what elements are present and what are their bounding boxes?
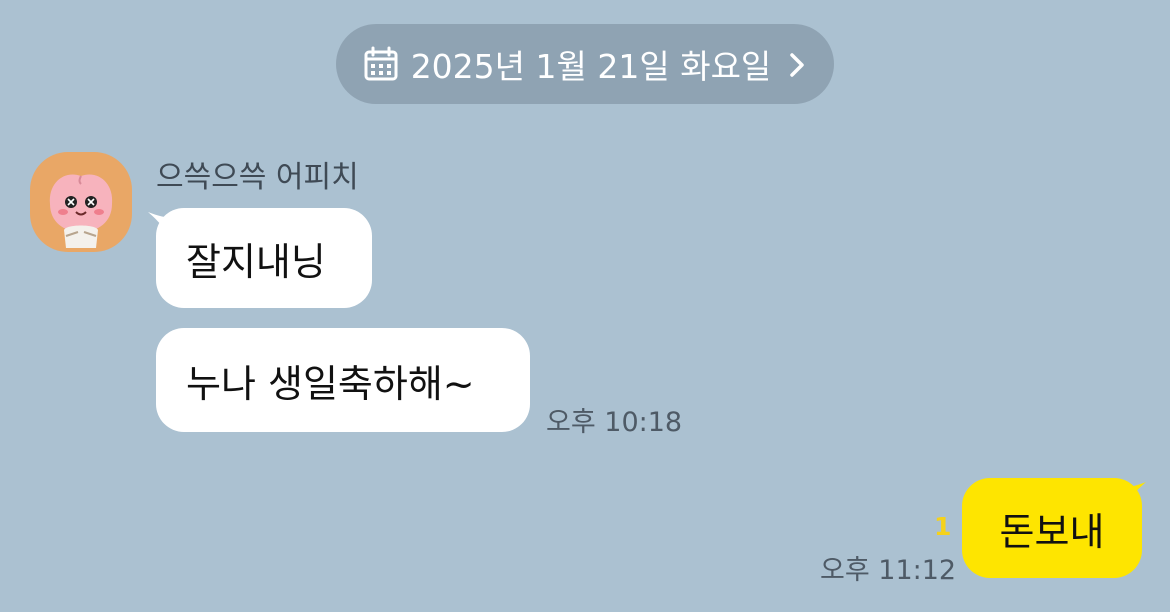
unread-count: 1 [934, 512, 952, 541]
date-label: 2025년 1월 21일 화요일 [410, 47, 772, 86]
message-text: 잘지내닝 [186, 239, 326, 284]
date-divider[interactable]: 2025년 1월 21일 화요일 [336, 24, 834, 104]
apeach-avatar-icon [49, 174, 113, 248]
received-message-2[interactable]: 누나 생일축하해~ [156, 328, 530, 432]
sender-name[interactable]: 으쓱으쓱 어피치 [156, 152, 359, 196]
received-message-1[interactable]: 잘지내닝 [156, 208, 372, 308]
bubble-tail [1118, 482, 1146, 510]
message-time: 오후 11:12 [820, 555, 957, 586]
avatar[interactable] [30, 152, 132, 252]
message-time: 오후 10:18 [546, 407, 683, 438]
message-text: 누나 생일축하해~ [186, 361, 475, 406]
message-text: 돈보내 [999, 509, 1105, 554]
calendar-icon [363, 46, 399, 82]
sent-message-1[interactable]: 돈보내 [962, 478, 1142, 578]
chevron-right-icon [787, 49, 807, 79]
